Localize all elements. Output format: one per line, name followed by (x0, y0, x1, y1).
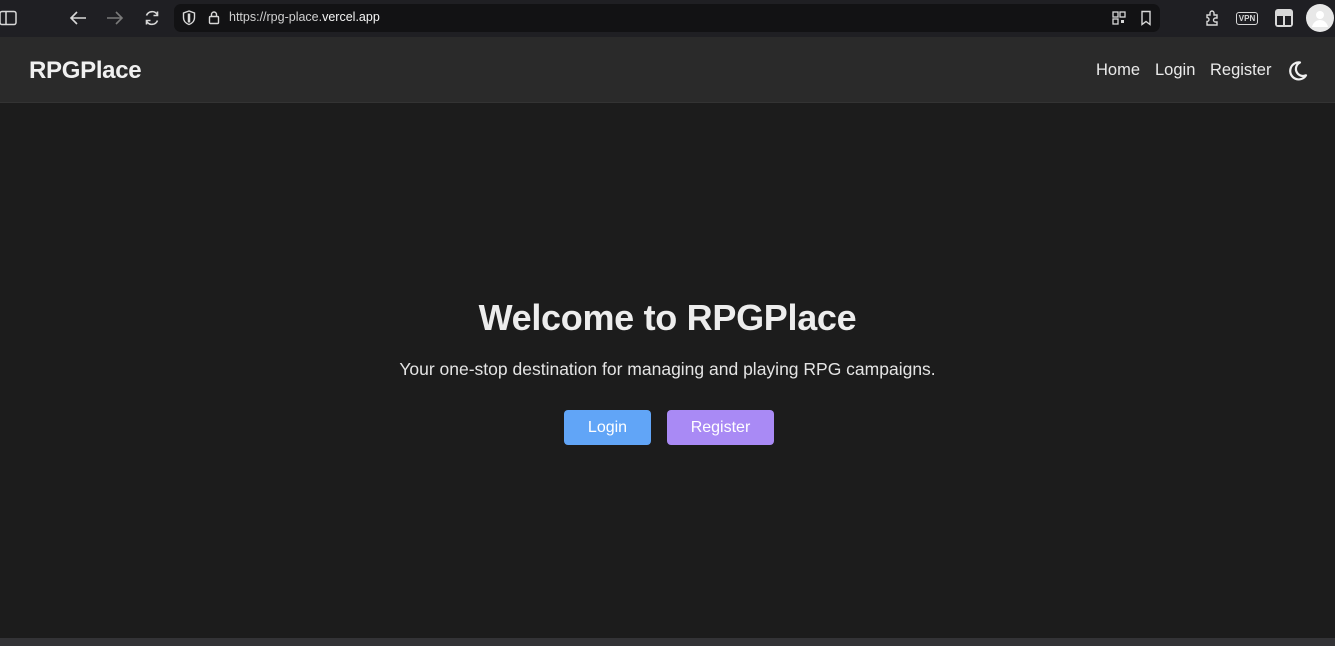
browser-toolbar: https://rpg-place.vercel.app VPN (0, 0, 1335, 37)
profile-avatar-icon[interactable] (1306, 4, 1334, 32)
url-text: https://rpg-place.vercel.app (229, 10, 380, 24)
address-bar[interactable]: https://rpg-place.vercel.app (174, 4, 1160, 32)
nav-register-link[interactable]: Register (1210, 61, 1271, 80)
extensions-puzzle-icon[interactable] (1201, 6, 1225, 30)
gift-icon[interactable] (1272, 6, 1296, 30)
nav-login-link[interactable]: Login (1155, 61, 1195, 80)
brand-logo[interactable]: RPGPlace (29, 57, 142, 85)
moon-icon[interactable] (1285, 59, 1309, 83)
qr-code-icon[interactable] (1112, 11, 1126, 30)
reload-icon[interactable] (140, 6, 164, 30)
bookmark-icon[interactable] (1140, 10, 1152, 31)
forward-arrow-icon[interactable] (103, 6, 127, 30)
hero-title: Welcome to RPGPlace (478, 297, 857, 338)
app-header: RPGPlace Home Login Register (0, 37, 1335, 103)
shield-icon[interactable] (182, 10, 196, 31)
nav-home-link[interactable]: Home (1096, 61, 1140, 80)
vpn-icon[interactable]: VPN (1233, 6, 1261, 30)
register-button[interactable]: Register (667, 410, 774, 445)
back-arrow-icon[interactable] (66, 6, 90, 30)
main-content: Welcome to RPGPlace Your one-stop destin… (0, 103, 1335, 638)
lock-icon (208, 10, 220, 30)
sidebar-toggle-icon[interactable] (0, 6, 20, 30)
footer-strip (0, 638, 1335, 646)
hero-subtitle: Your one-stop destination for managing a… (399, 359, 936, 379)
login-button[interactable]: Login (564, 410, 651, 445)
